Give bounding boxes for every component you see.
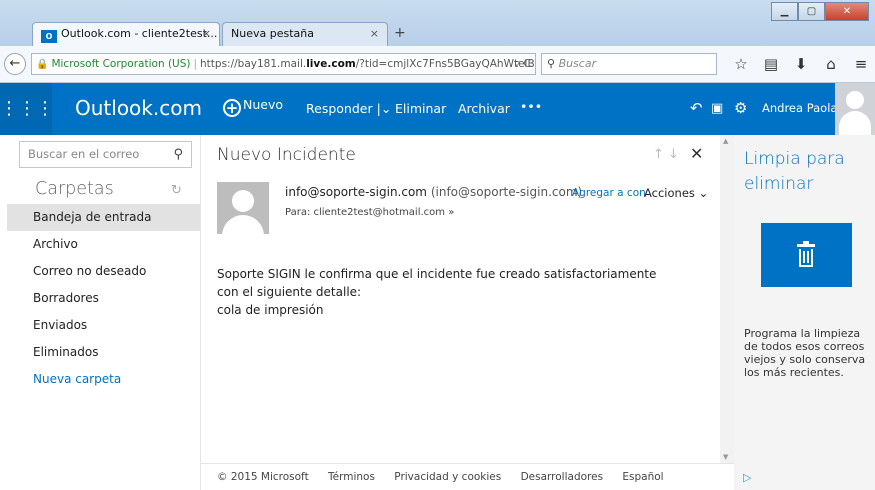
chevron-down-icon[interactable]: ⌄ [381, 101, 391, 116]
folder-junk[interactable]: Correo no deseado [7, 258, 200, 285]
body-line: cola de impresión [217, 303, 324, 317]
archive-button[interactable]: Archivar [458, 101, 510, 116]
browser-search-placeholder: Buscar [558, 57, 597, 70]
browser-toolbar-icons: ☆ ▤ ⬇ ⌂ ≡ [726, 55, 875, 73]
message-body: Soporte SIGIN le confirma que el inciden… [217, 265, 656, 319]
reading-pane: Nuevo Incidente ↑ ↓ ✕ info@soporte-sigin… [201, 135, 721, 490]
outlook-header: ⋮⋮⋮ Outlook.com + Nuevo Responder |⌄ Elim… [0, 83, 875, 135]
scroll-down-icon[interactable]: ▼ [723, 453, 728, 461]
actions-menu[interactable]: Acciones ⌄ [644, 186, 708, 200]
arrow-down-icon[interactable]: ↓ [668, 147, 679, 162]
ad-title[interactable]: Limpia para eliminar [744, 147, 864, 197]
arrow-up-icon[interactable]: ↑ [653, 147, 664, 162]
app-launcher-icon[interactable]: ⋮⋮⋮ [0, 83, 54, 135]
tab-title: Nueva pestaña [231, 27, 314, 40]
recipients-text: Para: cliente2test@hotmail.com [285, 207, 446, 218]
outlook-favicon-icon: O [41, 30, 57, 43]
ad-text: Programa la limpieza de todos esos corre… [744, 327, 866, 379]
mail-search-input[interactable]: Buscar en el correo ⚲ [19, 141, 192, 168]
folder-inbox[interactable]: Bandeja de entrada [7, 204, 200, 231]
chat-icon[interactable]: ▣ [711, 101, 723, 116]
chevron-down-icon[interactable]: » [448, 207, 454, 218]
delete-button[interactable]: Eliminar [395, 101, 446, 116]
copyright: © 2015 Microsoft [217, 471, 309, 483]
folder-sent[interactable]: Enviados [7, 312, 200, 339]
undo-icon[interactable]: ↶ [690, 99, 703, 117]
search-icon[interactable]: ⚲ [173, 142, 183, 167]
actions-label: Acciones [644, 186, 695, 200]
window-controls: ▁ ▢ ✕ [771, 2, 869, 22]
download-icon[interactable]: ⬇ [786, 55, 816, 73]
add-contact-link[interactable]: Agregar a con [572, 187, 646, 199]
tab-title: Outlook.com - cliente2test... [61, 27, 218, 40]
url-path: /?tid=cmjlXc7Fns5BGayQAhWtelB [355, 58, 535, 70]
ad-tile[interactable] [761, 223, 852, 287]
sender-line: info@soporte-sigin.com (info@soporte-sig… [285, 185, 582, 199]
new-folder-link[interactable]: Nueva carpeta [7, 366, 200, 393]
trash-icon [797, 241, 815, 269]
lock-icon: 🔒 [36, 59, 49, 70]
site-identity: Microsoft Corporation (US) [51, 58, 191, 70]
mail-search-placeholder: Buscar en el correo [28, 147, 140, 161]
refresh-icon[interactable]: ↻ [171, 183, 182, 198]
close-icon[interactable]: ✕ [690, 144, 703, 163]
footer-link-language[interactable]: Español [622, 471, 663, 483]
new-tab-button[interactable]: + [394, 25, 406, 41]
body-line: con el siguiente detalle: [217, 285, 362, 299]
user-name[interactable]: Andrea Paola [762, 101, 837, 115]
adchoices-icon[interactable]: ▷ [743, 471, 751, 484]
identity-divider: | [193, 58, 198, 70]
home-icon[interactable]: ⌂ [816, 55, 846, 73]
footer: © 2015 Microsoft Términos Privacidad y c… [201, 463, 734, 490]
chevron-down-icon: ⌄ [698, 186, 709, 200]
body-line: Soporte SIGIN le confirma que el inciden… [217, 267, 657, 281]
navigation-bar: ← 🔒 Microsoft Corporation (US) | https://ba… [0, 46, 875, 83]
back-button[interactable]: ← [4, 53, 26, 75]
folders-header[interactable]: Carpetas [35, 179, 114, 199]
new-button[interactable]: + Nuevo [223, 97, 283, 117]
recipients-line[interactable]: Para: cliente2test@hotmail.com » [285, 207, 454, 218]
user-avatar[interactable] [835, 83, 875, 135]
close-window-button[interactable]: ✕ [825, 2, 869, 21]
star-icon[interactable]: ☆ [726, 55, 756, 73]
maximize-button[interactable]: ▢ [798, 2, 825, 21]
gear-icon[interactable]: ⚙ [734, 99, 747, 117]
sender-email[interactable]: info@soporte-sigin.com [285, 185, 427, 199]
tab-close-icon[interactable]: × [370, 27, 379, 40]
reply-button[interactable]: Responder |⌄ [306, 101, 391, 116]
footer-link-terms[interactable]: Términos [328, 471, 375, 483]
folder-deleted[interactable]: Eliminados [7, 339, 200, 366]
tab-bar: O Outlook.com - cliente2test... × Nueva p… [0, 0, 875, 46]
tab-new[interactable]: Nueva pestaña × [222, 22, 388, 46]
address-bar[interactable]: 🔒 Microsoft Corporation (US) | https://bay1… [31, 53, 536, 75]
sender-avatar [217, 182, 269, 234]
footer-link-privacy[interactable]: Privacidad y cookies [394, 471, 501, 483]
message-nav-arrows: ↑ ↓ [653, 147, 679, 162]
reply-label: Responder [306, 101, 373, 116]
brand-logo[interactable]: Outlook.com [75, 96, 202, 120]
sender-display: (info@soporte-sigin.com) [430, 185, 583, 199]
folder-drafts[interactable]: Borradores [7, 285, 200, 312]
footer-link-developers[interactable]: Desarrolladores [521, 471, 603, 483]
reload-icon[interactable]: ▿ C [514, 54, 531, 74]
message-subject: Nuevo Incidente [217, 145, 356, 165]
more-button[interactable]: ••• [520, 99, 542, 114]
plus-circle-icon: + [223, 99, 241, 117]
ad-pane: Limpia para eliminar Programa la limpiez… [734, 135, 875, 490]
reading-list-icon[interactable]: ▤ [756, 55, 786, 73]
tab-outlook[interactable]: O Outlook.com - cliente2test... × [32, 22, 220, 46]
new-label: Nuevo [243, 97, 284, 112]
menu-icon[interactable]: ≡ [846, 55, 875, 73]
folder-pane: Buscar en el correo ⚲ Carpetas ↻ Bandeja… [7, 135, 200, 490]
url-host: live.com [306, 58, 356, 70]
browser-chrome: O Outlook.com - cliente2test... × Nueva p… [0, 0, 875, 83]
folder-archive[interactable]: Archivo [7, 231, 200, 258]
minimize-button[interactable]: ▁ [771, 2, 798, 21]
scroll-up-icon[interactable]: ▲ [723, 137, 728, 145]
search-icon: ⚲ [547, 57, 556, 70]
browser-search-input[interactable]: ⚲ Buscar [541, 53, 717, 75]
tab-close-icon[interactable]: × [202, 27, 211, 40]
url-prefix: https://bay181.mail. [200, 58, 307, 70]
message-scrollbar[interactable]: ▲ ▼ [720, 135, 734, 463]
